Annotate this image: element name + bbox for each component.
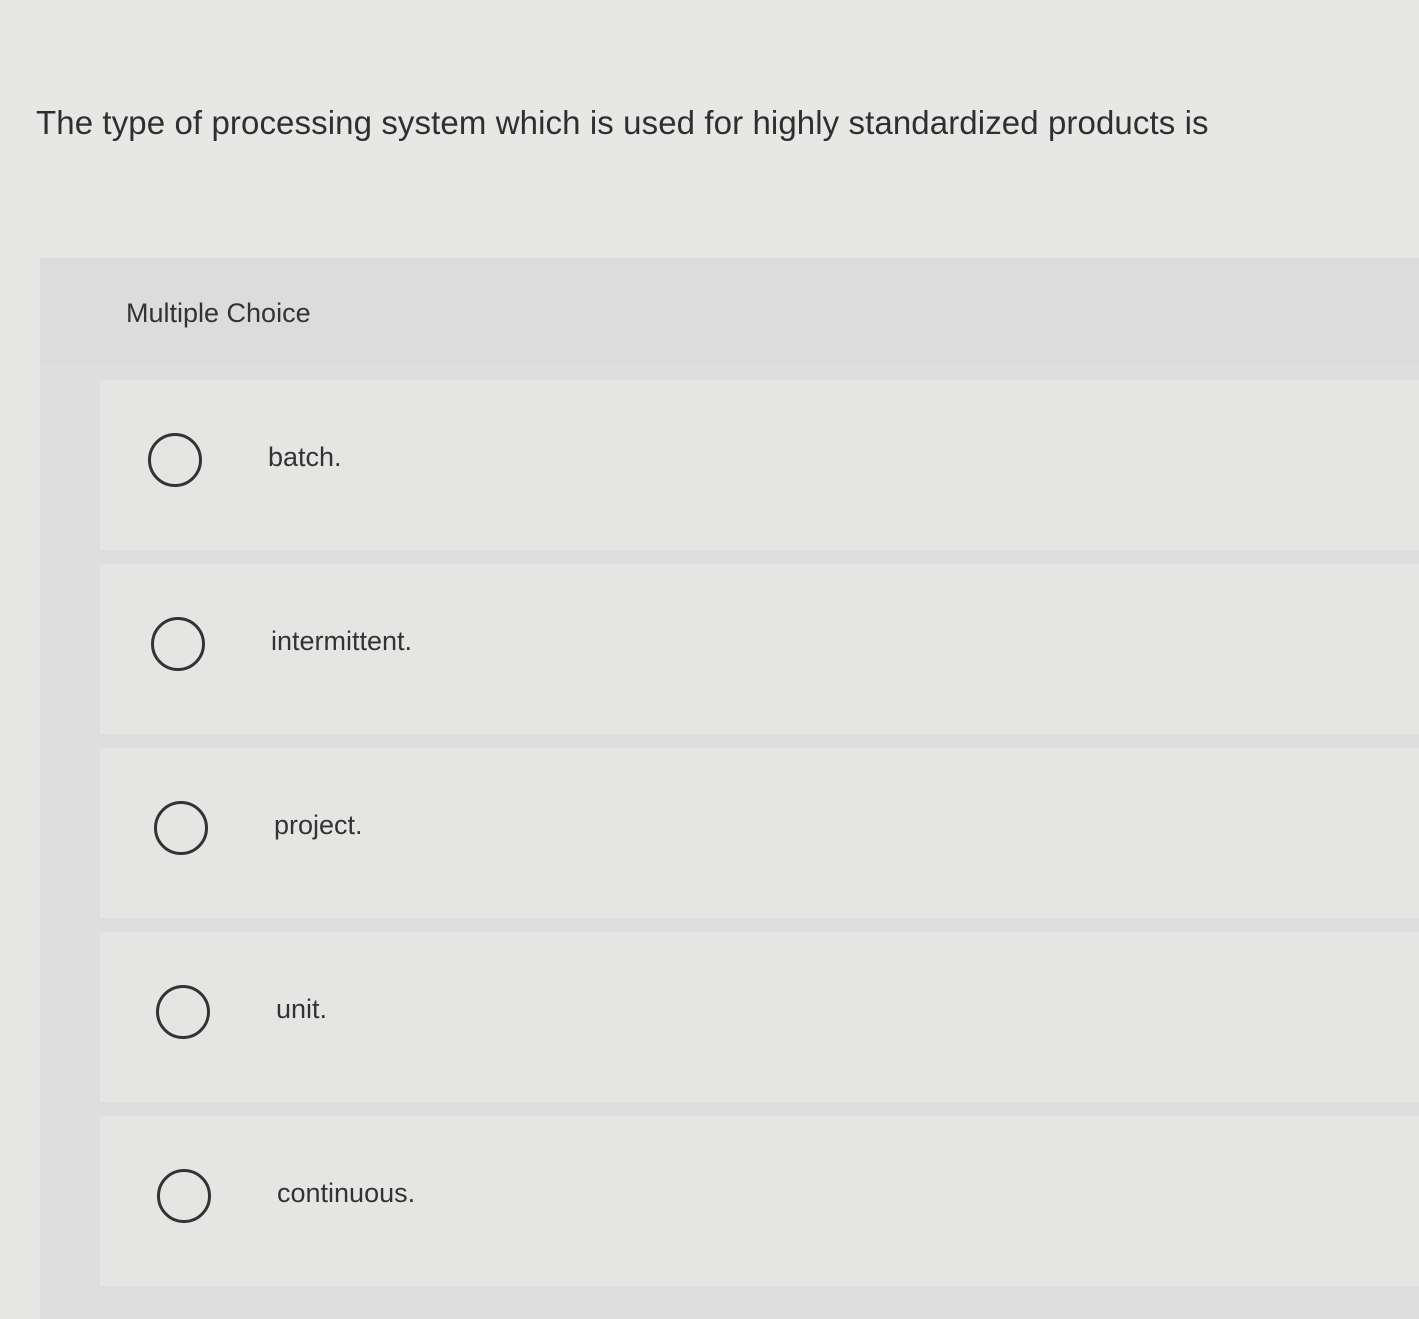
radio-button[interactable] xyxy=(148,433,202,487)
multiple-choice-header: Multiple Choice xyxy=(40,258,1419,366)
option-label: batch. xyxy=(268,442,342,472)
radio-button[interactable] xyxy=(151,617,205,671)
option-unit[interactable]: unit. xyxy=(100,932,1419,1102)
radio-button[interactable] xyxy=(157,1169,211,1223)
radio-button[interactable] xyxy=(154,801,208,855)
question-text: The type of processing system which is u… xyxy=(36,104,1209,141)
option-batch[interactable]: batch. xyxy=(100,380,1419,550)
radio-button[interactable] xyxy=(156,985,210,1039)
option-continuous[interactable]: continuous. xyxy=(100,1116,1419,1286)
option-intermittent[interactable]: intermittent. xyxy=(100,564,1419,734)
answer-options: batch. intermittent. project. unit. cont… xyxy=(100,380,1419,1300)
multiple-choice-label: Multiple Choice xyxy=(126,298,311,328)
option-project[interactable]: project. xyxy=(100,748,1419,918)
option-label: intermittent. xyxy=(271,626,413,656)
option-label: continuous. xyxy=(277,1178,416,1208)
multiple-choice-panel: Multiple Choice batch. intermittent. pro… xyxy=(40,258,1419,1319)
option-label: unit. xyxy=(276,994,328,1024)
option-label: project. xyxy=(274,810,363,840)
